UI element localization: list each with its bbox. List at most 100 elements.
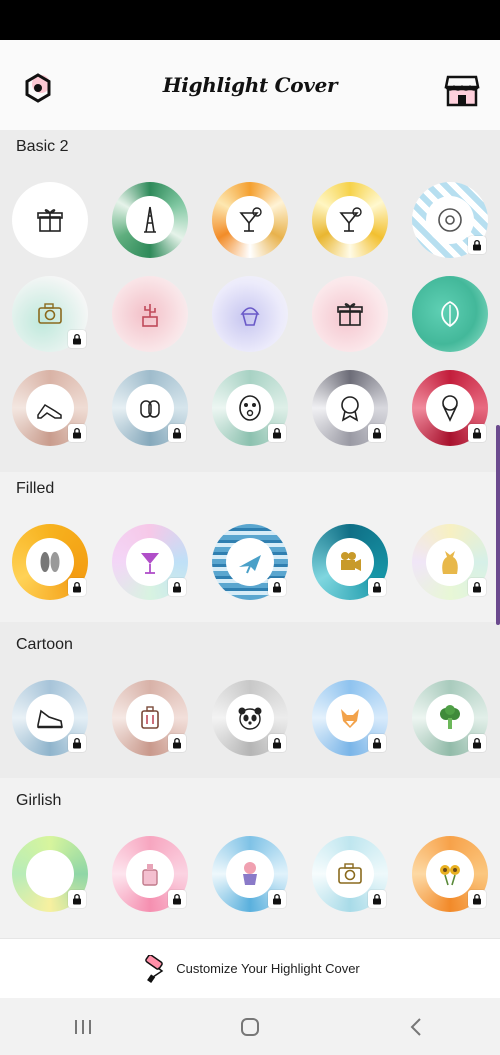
- cocktail-icon: [339, 207, 362, 232]
- flip-flops-icon: [40, 552, 60, 572]
- highlight-cover-panda[interactable]: [212, 680, 288, 756]
- cover-center: [126, 538, 174, 586]
- highlight-cover-airplane[interactable]: [212, 524, 288, 600]
- highlight-cover-face-mask[interactable]: [212, 370, 288, 446]
- highlight-cover-cocktail[interactable]: [212, 182, 288, 258]
- lock-icon: [73, 581, 81, 593]
- hexagon-gear-icon: [25, 73, 51, 103]
- highlight-cover-perfume[interactable]: [112, 836, 188, 912]
- highlight-cover-gift[interactable]: [312, 276, 388, 352]
- highlight-cover-flip-flops[interactable]: [12, 524, 88, 600]
- highlight-cover-sunflowers[interactable]: [412, 836, 488, 912]
- section-title: Filled: [16, 480, 55, 497]
- cover-center: [326, 694, 374, 742]
- gift-icon: [337, 303, 363, 326]
- store-icon: [444, 75, 480, 107]
- cover-center: [126, 384, 174, 432]
- cover-center: [426, 538, 474, 586]
- lock-badge: [368, 578, 386, 596]
- highlight-cover-monstera-leaf[interactable]: [12, 836, 88, 912]
- cover-center: [126, 850, 174, 898]
- highlight-cover-broccoli[interactable]: [412, 680, 488, 756]
- highlight-cover-award-ribbon[interactable]: [312, 370, 388, 446]
- cover-center: [226, 196, 274, 244]
- cover-center: [226, 290, 274, 338]
- highlight-cover-donut[interactable]: [412, 182, 488, 258]
- highlight-cover-monstera-leaf[interactable]: [412, 276, 488, 352]
- cover-center: [426, 290, 474, 338]
- status-bar: [0, 0, 500, 40]
- cover-center: [326, 850, 374, 898]
- recents-button[interactable]: [63, 1007, 103, 1047]
- highlight-cover-heels[interactable]: [12, 370, 88, 446]
- highlight-cover-sneaker[interactable]: [12, 680, 88, 756]
- award-ribbon-icon: [341, 396, 359, 422]
- highlight-cover-camera[interactable]: [312, 836, 388, 912]
- cocktail-icon: [239, 207, 262, 232]
- lock-badge: [468, 236, 486, 254]
- cover-center: [426, 384, 474, 432]
- settings-button[interactable]: [22, 72, 54, 104]
- cover-center: [326, 290, 374, 338]
- lock-badge: [268, 734, 286, 752]
- highlight-cover-fox[interactable]: [312, 680, 388, 756]
- lock-badge: [68, 424, 86, 442]
- cover-center: [226, 538, 274, 586]
- cover-center: [226, 694, 274, 742]
- highlight-cover-cat[interactable]: [412, 524, 488, 600]
- heels-icon: [37, 403, 62, 419]
- cover-center: [26, 384, 74, 432]
- lock-badge: [168, 890, 186, 908]
- cover-center: [426, 850, 474, 898]
- lock-badge: [68, 734, 86, 752]
- monstera-leaf-icon: [41, 860, 59, 888]
- highlight-cover-suitcase[interactable]: [112, 680, 188, 756]
- back-button[interactable]: [397, 1007, 437, 1047]
- lock-badge: [168, 578, 186, 596]
- lock-icon: [173, 427, 181, 439]
- cover-list[interactable]: Basic 2 Filled Cartoon Girlish: [0, 130, 500, 938]
- cover-center: [26, 538, 74, 586]
- highlight-cover-cactus[interactable]: [112, 276, 188, 352]
- lock-badge: [268, 578, 286, 596]
- highlight-cover-camera[interactable]: [12, 276, 88, 352]
- cat-icon: [442, 551, 458, 574]
- panda-icon: [238, 707, 262, 730]
- back-icon: [410, 1017, 421, 1036]
- camera-icon: [338, 863, 362, 884]
- lock-icon: [173, 737, 181, 749]
- donut-icon: [438, 208, 462, 232]
- perfume-icon: [142, 864, 158, 886]
- camera-icon: [38, 303, 62, 324]
- scrollbar[interactable]: [496, 425, 500, 625]
- cover-center: [26, 290, 74, 338]
- lock-icon: [473, 893, 481, 905]
- lock-icon: [473, 239, 481, 251]
- highlight-cover-ice-cream[interactable]: [412, 370, 488, 446]
- lock-icon: [73, 737, 81, 749]
- store-button[interactable]: [444, 73, 480, 107]
- lock-badge: [68, 578, 86, 596]
- highlight-cover-cocktail[interactable]: [312, 182, 388, 258]
- highlight-cover-flower-pot[interactable]: [212, 836, 288, 912]
- airplane-icon: [239, 555, 261, 574]
- highlight-cover-mittens[interactable]: [112, 370, 188, 446]
- lock-badge: [368, 890, 386, 908]
- face-mask-icon: [239, 395, 261, 421]
- highlight-cover-eiffel-tower[interactable]: [112, 182, 188, 258]
- monstera-leaf-icon: [441, 300, 459, 328]
- lock-badge: [268, 424, 286, 442]
- section-title: Cartoon: [16, 636, 73, 653]
- lock-icon: [73, 333, 81, 345]
- highlight-cover-gift[interactable]: [12, 182, 88, 258]
- lock-badge: [68, 330, 86, 348]
- lock-icon: [73, 893, 81, 905]
- highlight-cover-cocktail-glass[interactable]: [112, 524, 188, 600]
- highlight-cover-movie-camera[interactable]: [312, 524, 388, 600]
- recents-icon: [75, 1019, 92, 1034]
- home-button[interactable]: [230, 1007, 270, 1047]
- customize-banner[interactable]: Customize Your Highlight Cover: [0, 938, 500, 998]
- lock-icon: [273, 893, 281, 905]
- highlight-cover-cupcake[interactable]: [212, 276, 288, 352]
- section-title: Girlish: [16, 792, 62, 809]
